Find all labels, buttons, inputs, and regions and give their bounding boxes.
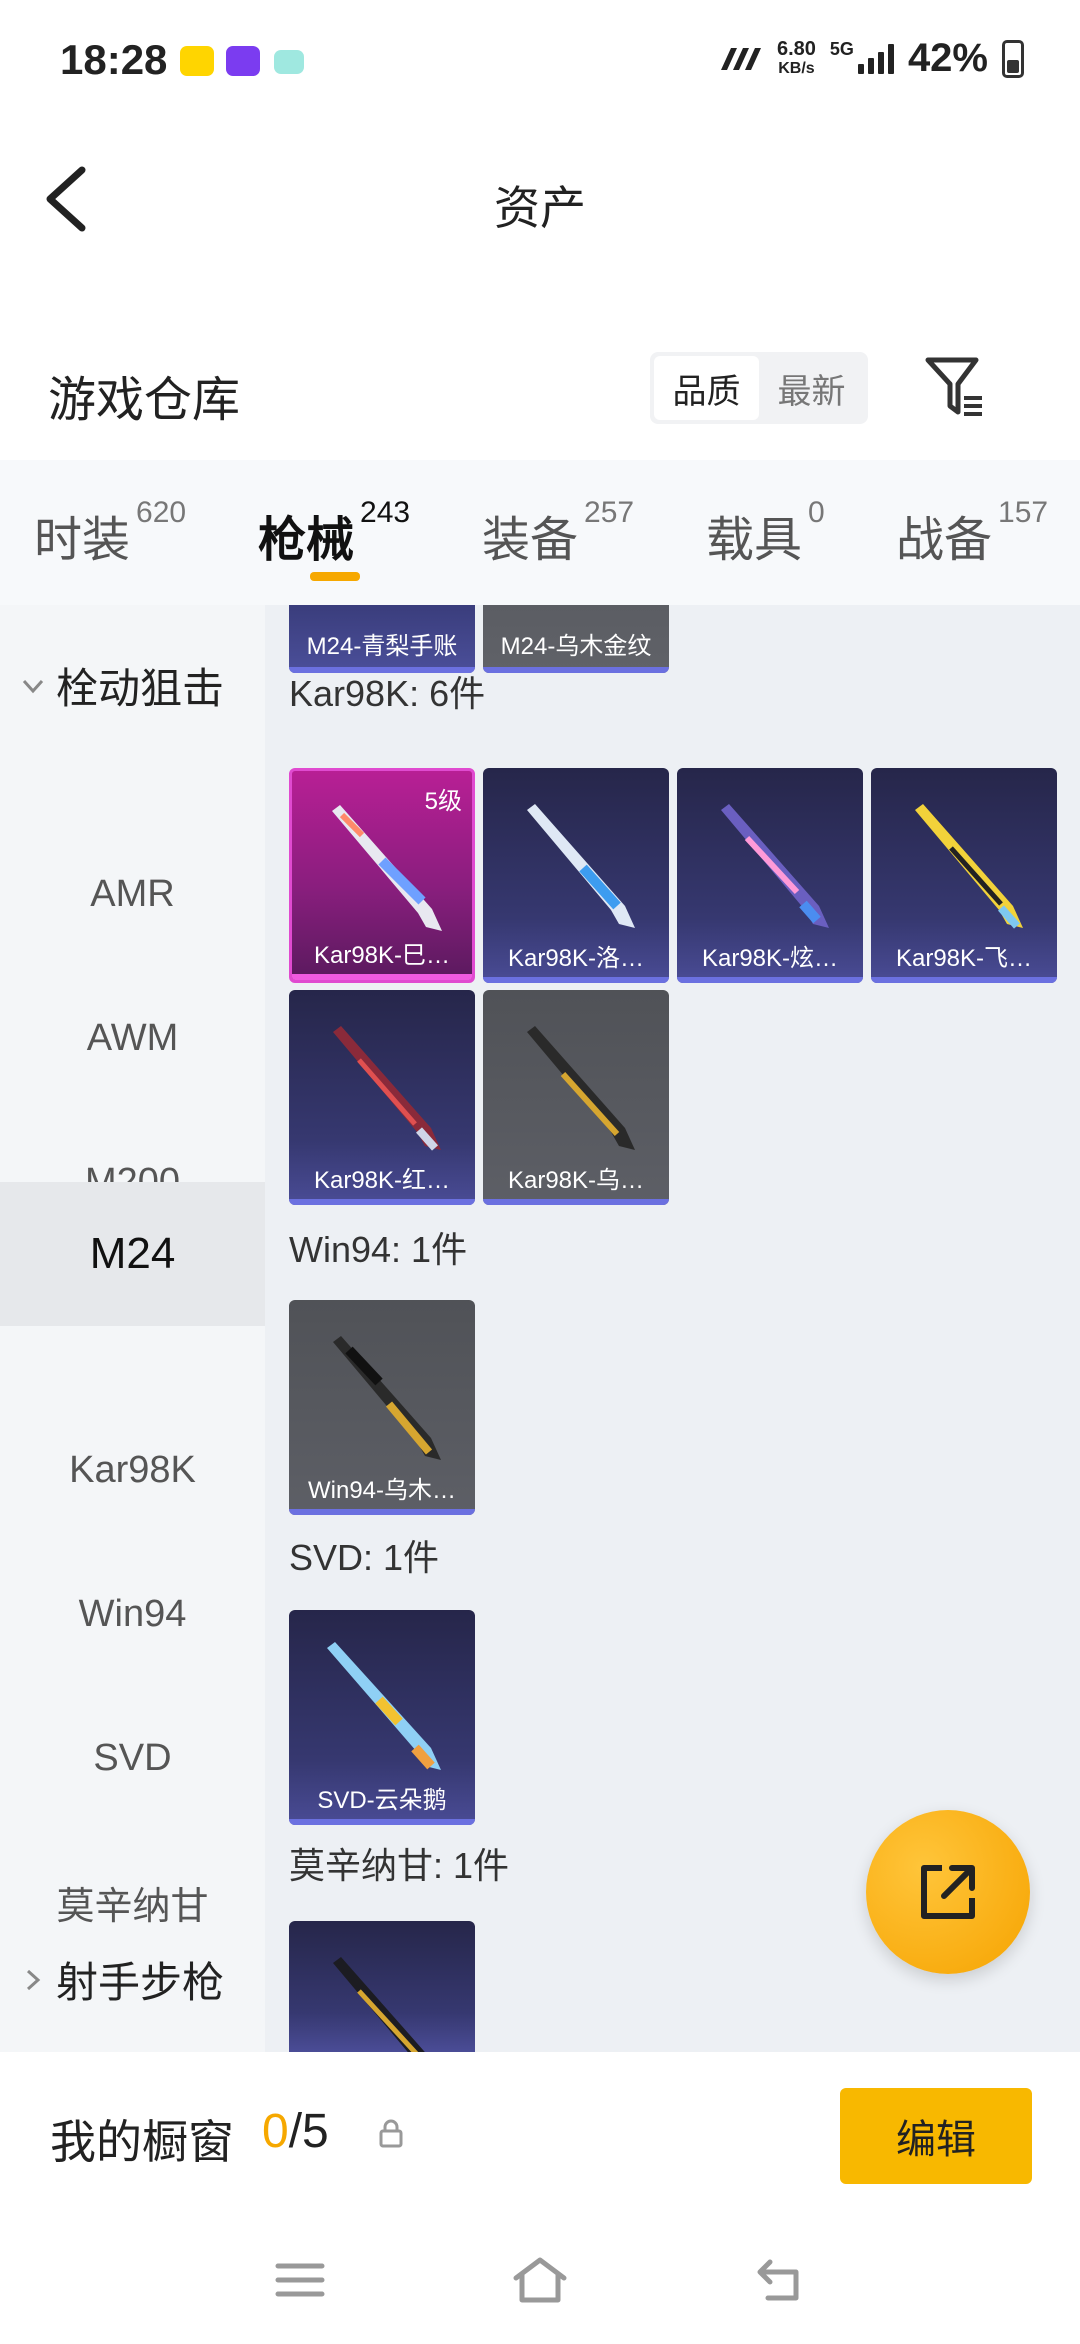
- tab-vehicles[interactable]: 载具0: [706, 496, 825, 570]
- filter-icon[interactable]: [922, 354, 986, 420]
- notification-app-icon: [226, 46, 260, 76]
- battery-icon: [1002, 39, 1024, 78]
- group-title: 莫辛纳甘: 1件: [289, 1845, 510, 1886]
- sort-toggle: 品质 最新: [650, 352, 868, 424]
- network-brand-icon: [720, 47, 761, 70]
- rifle-skin-icon: [332, 805, 442, 931]
- tab-battle-gear[interactable]: 战备157: [896, 496, 1048, 570]
- home-icon[interactable]: [510, 2252, 570, 2308]
- share-export-button[interactable]: [866, 1810, 1030, 1974]
- item-label: Win94-乌木…: [307, 1477, 457, 1504]
- external-link-icon: [921, 1865, 975, 1919]
- group-title: Kar98K: 6件: [289, 673, 486, 714]
- back-nav-icon[interactable]: [752, 2252, 812, 2308]
- active-tab-indicator: [310, 572, 360, 581]
- item-card[interactable]: M24-乌木金纹: [483, 605, 669, 673]
- item-card[interactable]: [289, 1921, 475, 2052]
- item-label: Kar98K-飞…: [895, 945, 1033, 972]
- showcase-title: 我的橱窗: [50, 2116, 234, 2168]
- group-title: Win94: 1件: [289, 1229, 468, 1270]
- item-label: Kar98K-巳…: [313, 942, 451, 969]
- edit-button[interactable]: 编辑: [840, 2088, 1032, 2184]
- battery-percent: 42%: [907, 36, 988, 80]
- item-label: Kar98K-乌…: [507, 1167, 645, 1194]
- item-label: Kar98K-红…: [313, 1167, 451, 1194]
- side-group-marksman[interactable]: 射手步枪: [20, 1949, 224, 2010]
- rifle-skin-icon: [527, 1026, 635, 1150]
- signal-bars-icon: [857, 43, 894, 74]
- rifle-skin-icon: [915, 804, 1023, 929]
- item-card[interactable]: Kar98K-乌…: [483, 990, 669, 1205]
- item-card[interactable]: 5级 Kar98K-巳…: [289, 768, 475, 983]
- tab-guns[interactable]: 枪械243: [258, 496, 410, 570]
- notification-app-icon: [274, 50, 304, 74]
- side-item-amr[interactable]: AMR: [0, 822, 265, 966]
- tab-equipment[interactable]: 装备257: [482, 496, 634, 570]
- side-menu: 栓动狙击 AMR AWM M200 M24 Kar98K Win94 SVD 莫…: [0, 605, 265, 2052]
- item-card[interactable]: Kar98K-红…: [289, 990, 475, 1205]
- rifle-skin-icon: [333, 1957, 425, 2052]
- item-card[interactable]: Kar98K-洛…: [483, 768, 669, 983]
- warehouse-title: 游戏仓库: [48, 374, 241, 427]
- showcase-count: 0/5: [262, 2105, 329, 2158]
- rifle-skin-icon: [333, 1336, 441, 1460]
- side-item-kar98k[interactable]: Kar98K: [0, 1398, 265, 1542]
- lock-icon[interactable]: [378, 2118, 404, 2148]
- item-label: M24-乌木金纹: [500, 633, 652, 660]
- side-group-bolt-action[interactable]: 栓动狙击: [20, 655, 224, 716]
- showcase-bar: 我的橱窗 0/5 编辑: [0, 2052, 1080, 2222]
- rifle-skin-icon: [721, 804, 829, 928]
- side-item-win94[interactable]: Win94: [0, 1542, 265, 1686]
- menu-icon[interactable]: [270, 2252, 330, 2308]
- notification-app-icon: [180, 46, 214, 76]
- item-card[interactable]: Kar98K-飞…: [871, 768, 1057, 983]
- app-header: 资产: [0, 122, 1080, 272]
- signal-indicator: 5G: [830, 39, 894, 74]
- item-label: SVD-云朵鹅: [317, 1787, 447, 1814]
- item-label: Kar98K-洛…: [507, 945, 645, 972]
- item-card[interactable]: Win94-乌木…: [289, 1300, 475, 1515]
- status-indicators: 6.80 KB/s 5G 42%: [717, 36, 1024, 81]
- side-item-svd[interactable]: SVD: [0, 1686, 265, 1830]
- sort-option-quality[interactable]: 品质: [654, 356, 759, 420]
- rifle-skin-icon: [333, 1026, 441, 1151]
- rifle-skin-icon: [327, 1642, 441, 1770]
- chevron-down-icon: [22, 679, 44, 693]
- tab-fashion[interactable]: 时装620: [34, 496, 186, 570]
- rifle-skin-icon: [527, 804, 635, 928]
- item-card[interactable]: Kar98K-炫…: [677, 768, 863, 983]
- group-title: SVD: 1件: [289, 1537, 440, 1578]
- side-item-awm[interactable]: AWM: [0, 966, 265, 1110]
- item-card[interactable]: M24-青梨手账: [289, 605, 475, 673]
- category-tabs: 时装620 枪械243 装备257 载具0 战备157: [0, 460, 1080, 605]
- warehouse-header: 游戏仓库 品质 最新: [0, 330, 1080, 460]
- net-speed: 6.80 KB/s: [776, 37, 816, 77]
- status-bar: 18:28 6.80 KB/s 5G 42%: [0, 0, 1080, 122]
- chevron-right-icon: [26, 1969, 41, 1990]
- status-time: 18:28: [60, 36, 168, 83]
- item-label: M24-青梨手账: [306, 633, 458, 660]
- page-title: 资产: [494, 182, 586, 234]
- side-item-m24[interactable]: M24: [0, 1182, 265, 1326]
- sort-option-newest[interactable]: 最新: [759, 356, 864, 420]
- system-navbar: [0, 2222, 1080, 2344]
- item-card[interactable]: SVD-云朵鹅: [289, 1610, 475, 1825]
- item-label: Kar98K-炫…: [701, 945, 839, 972]
